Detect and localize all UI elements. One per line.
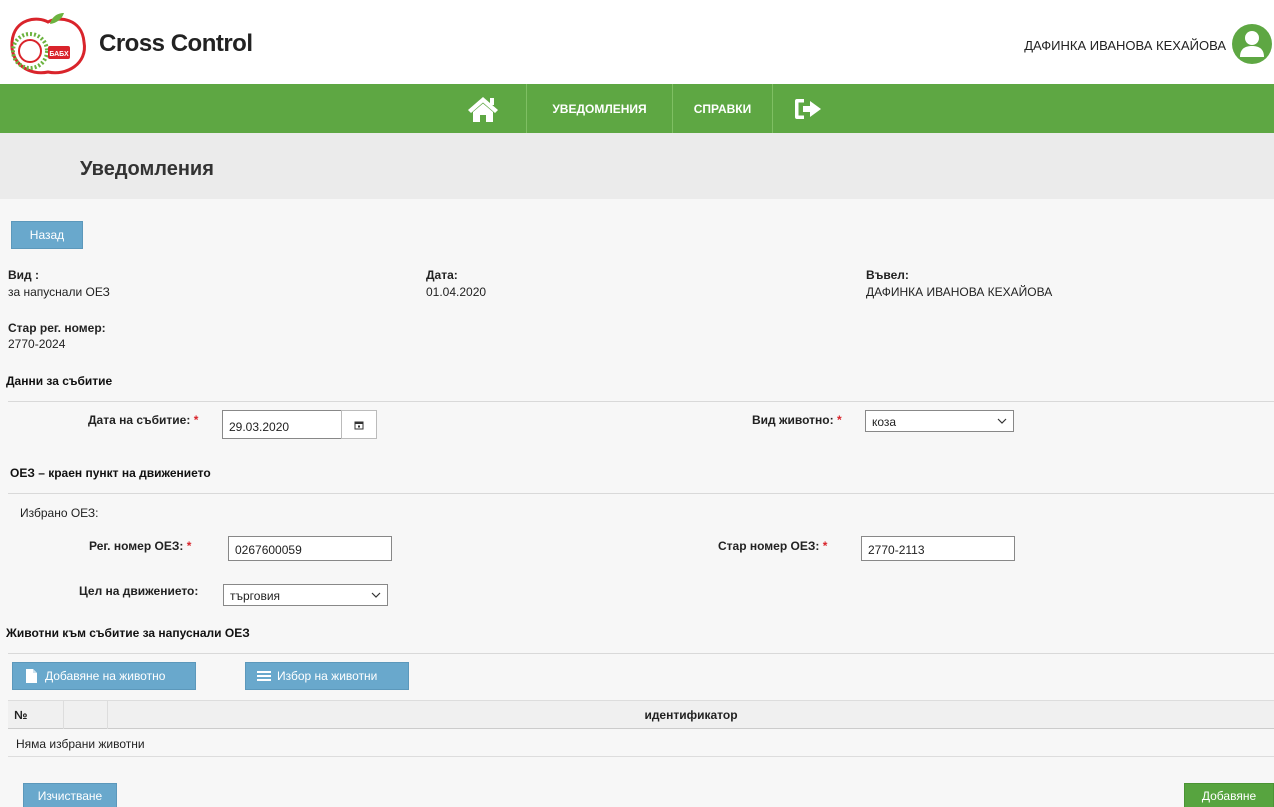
animal-type-select[interactable]: коза — [865, 410, 1014, 432]
app-title: Cross Control — [99, 30, 253, 57]
nav-home[interactable] — [440, 84, 526, 133]
app-header: БАБХ Cross Control ДАФИНКА ИВАНОВА КЕХАЙ… — [0, 0, 1274, 84]
required-mark: * — [193, 413, 199, 427]
movement-purpose-select[interactable]: търговия — [223, 584, 388, 606]
event-section-title: Данни за събитие — [6, 374, 113, 388]
date-value: 01.04.2020 — [426, 285, 487, 299]
required-mark: * — [822, 539, 828, 553]
old-number-label: Стар номер ОЕЗ: * — [718, 539, 827, 553]
column-number[interactable]: № — [14, 701, 27, 729]
animals-table-header: № идентификатор — [8, 700, 1274, 729]
babh-logo[interactable]: БАБХ — [8, 12, 88, 78]
user-name[interactable]: ДАФИНКА ИВАНОВА КЕХАЙОВА — [1024, 38, 1226, 53]
movement-purpose-value: търговия — [230, 589, 281, 603]
event-date-label: Дата на събитие: * — [88, 413, 198, 427]
entered-by-label: Въвел: — [866, 268, 909, 282]
column-blank[interactable] — [64, 701, 107, 729]
nav-reports[interactable]: СПРАВКИ — [672, 84, 772, 133]
calendar-icon — [354, 421, 364, 429]
add-animal-button[interactable]: Добавяне на животно — [12, 662, 196, 690]
clear-button[interactable]: Изчистване — [23, 783, 117, 807]
animals-section-title: Животни към събитие за напуснали ОЕЗ — [6, 626, 250, 640]
list-icon — [257, 671, 271, 681]
animal-type-label: Вид животно: * — [752, 413, 842, 427]
entered-by-value: ДАФИНКА ИВАНОВА КЕХАЙОВА — [866, 285, 1053, 299]
select-animals-button-label: Избор на животни — [277, 669, 378, 683]
nav-logout[interactable] — [772, 84, 842, 133]
old-number-input[interactable]: 2770-2113 — [861, 536, 1015, 561]
divider — [8, 653, 1274, 654]
destination-section-title: ОЕЗ – краен пункт на движението — [10, 466, 211, 480]
event-date-label-text: Дата на събитие: — [88, 413, 191, 427]
nav-notifications[interactable]: УВЕДОМЛЕНИЯ — [526, 84, 672, 133]
empty-table-message: Няма избрани животни — [16, 737, 145, 751]
reg-number-label: Рег. номер ОЕЗ: * — [89, 539, 191, 553]
column-identifier[interactable]: идентификатор — [108, 701, 1274, 729]
table-bottom-border — [8, 756, 1274, 757]
home-icon — [468, 96, 498, 122]
chevron-down-icon — [997, 418, 1007, 424]
file-icon — [26, 669, 37, 683]
page-header: Уведомления — [0, 133, 1274, 199]
reg-number-input[interactable]: 0267600059 — [228, 536, 392, 561]
page-title: Уведомления — [80, 158, 214, 180]
reg-number-label-text: Рег. номер ОЕЗ: — [89, 539, 184, 553]
main-navbar: УВЕДОМЛЕНИЯ СПРАВКИ — [0, 84, 1274, 133]
date-picker-button[interactable] — [341, 410, 377, 439]
selected-farm-label: Избрано ОЕЗ: — [20, 506, 99, 520]
divider — [8, 493, 1274, 494]
logout-icon — [794, 98, 821, 119]
add-button[interactable]: Добавяне — [1184, 783, 1274, 807]
chevron-down-icon — [371, 592, 381, 598]
old-reg-label: Стар рег. номер: — [8, 321, 106, 335]
select-animals-button[interactable]: Избор на животни — [245, 662, 409, 690]
date-label: Дата: — [426, 268, 458, 282]
movement-purpose-label: Цел на движението: — [79, 584, 199, 598]
user-avatar-icon[interactable] — [1232, 24, 1272, 64]
type-value: за напуснали ОЕЗ — [8, 285, 110, 299]
old-number-label-text: Стар номер ОЕЗ: — [718, 539, 820, 553]
back-button[interactable]: Назад — [11, 221, 83, 249]
required-mark: * — [186, 539, 192, 553]
logo-text: БАБХ — [49, 51, 69, 58]
old-reg-value: 2770-2024 — [8, 337, 66, 351]
type-label: Вид : — [8, 268, 39, 282]
add-animal-button-label: Добавяне на животно — [45, 669, 166, 683]
animal-type-value: коза — [872, 415, 897, 429]
event-date-input[interactable]: 29.03.2020 — [222, 410, 342, 439]
required-mark: * — [836, 413, 842, 427]
divider — [8, 401, 1274, 402]
animal-type-label-text: Вид животно: — [752, 413, 834, 427]
